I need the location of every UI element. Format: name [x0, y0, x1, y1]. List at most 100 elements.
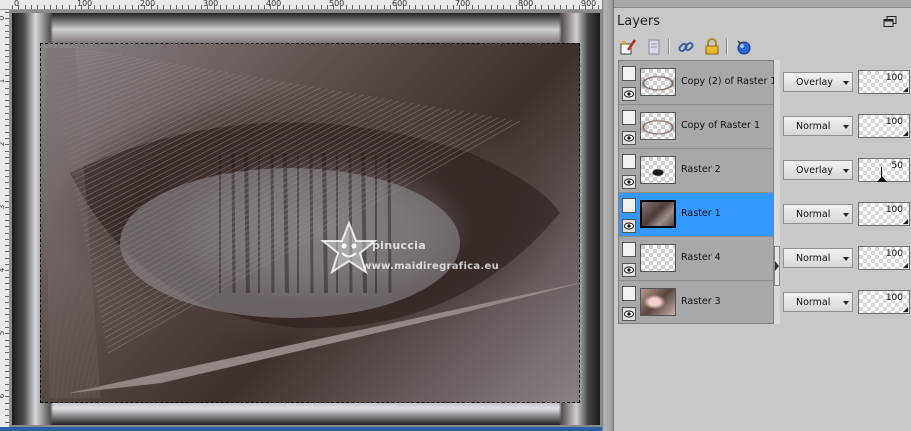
opacity-slider[interactable]: 100 [858, 246, 910, 270]
layer-properties-row: Normal 100 [780, 236, 911, 280]
ruler-tick [5, 119, 9, 120]
ruler-tick [226, 5, 227, 9]
layer-group-toggle-icon[interactable] [622, 154, 636, 169]
ruler-tick [56, 5, 57, 9]
opacity-slider[interactable]: 100 [858, 114, 910, 138]
ruler-tick [5, 125, 9, 126]
lock-icon[interactable] [702, 37, 722, 57]
eye-icon[interactable] [622, 131, 636, 145]
ruler-tick [5, 220, 9, 221]
ruler-tick [598, 5, 599, 9]
opacity-slider-handle[interactable] [903, 131, 908, 136]
layer-visibility-column [620, 238, 638, 279]
blend-mode-value: Normal [796, 121, 831, 132]
blend-mode-dropdown[interactable]: Normal [783, 116, 853, 136]
toolbar-separator [668, 39, 670, 55]
canvas-area[interactable]: pinuccia www.maidiregrafica.eu [10, 10, 602, 427]
eye-icon[interactable] [622, 263, 636, 277]
ruler-tick [144, 5, 145, 9]
opacity-value: 50 [891, 161, 903, 171]
canvas-horizontal-scrollbar[interactable] [0, 427, 602, 431]
layer-group-toggle-icon[interactable] [622, 110, 636, 125]
ruler-tick [548, 5, 549, 9]
blend-mode-dropdown[interactable]: Normal [783, 248, 853, 268]
ruler-tick [592, 5, 593, 9]
layer-group-toggle-icon[interactable] [622, 66, 636, 81]
ruler-tick [403, 5, 404, 9]
ruler-tick [5, 277, 9, 278]
mask-icon[interactable] [734, 37, 754, 57]
ruler-tick [579, 5, 580, 9]
layer-group-toggle-icon[interactable] [622, 286, 636, 301]
ruler-tick [566, 5, 567, 9]
ruler-tick [5, 106, 9, 107]
layer-row[interactable]: Raster 2 [619, 149, 773, 193]
ruler-tick [5, 352, 9, 353]
ruler-tick [522, 5, 523, 9]
ruler-tick [100, 5, 101, 9]
layers-palette: Layers Copy (2) of Raster 1 Copy of Raste… [614, 0, 911, 431]
layer-properties-row: Normal 100 [780, 192, 911, 236]
opacity-slider[interactable]: 100 [858, 70, 910, 94]
ruler-tick [5, 75, 9, 76]
panel-divider[interactable] [602, 0, 614, 431]
layer-properties-row: Normal 100 [780, 104, 911, 148]
opacity-slider[interactable]: 100 [858, 290, 910, 314]
ruler-tick [270, 5, 271, 9]
eye-icon[interactable] [622, 175, 636, 189]
eye-icon[interactable] [622, 219, 636, 233]
opacity-slider[interactable]: 100 [858, 202, 910, 226]
ruler-tick [207, 5, 208, 9]
ruler-tick [88, 5, 89, 9]
blend-mode-dropdown[interactable]: Normal [783, 292, 853, 312]
ruler-tick [5, 270, 9, 271]
layer-group-toggle-icon[interactable] [622, 242, 636, 257]
opacity-slider-handle[interactable] [903, 263, 908, 268]
eye-icon[interactable] [622, 307, 636, 321]
ruler-tick [5, 314, 9, 315]
ruler-tick [25, 5, 26, 9]
layer-name: Raster 1 [681, 208, 721, 219]
blend-mode-dropdown[interactable]: Overlay [783, 160, 853, 180]
layer-row[interactable]: Raster 1 [619, 193, 773, 237]
ruler-tick [5, 176, 9, 177]
chevron-right-icon [775, 261, 779, 271]
layer-properties-icon[interactable] [644, 37, 664, 57]
link-icon[interactable] [676, 37, 696, 57]
vertical-ruler: 0123456 [0, 10, 10, 427]
canvas-image[interactable]: pinuccia www.maidiregrafica.eu [12, 13, 600, 425]
ruler-tick [472, 5, 473, 9]
ruler-tick [5, 359, 9, 360]
layer-row[interactable]: Raster 3 [619, 281, 773, 325]
ruler-tick [491, 5, 492, 9]
layer-name: Copy of Raster 1 [681, 120, 760, 131]
ruler-tick [453, 5, 454, 9]
layer-group-toggle-icon[interactable] [622, 198, 636, 213]
watermark: pinuccia www.maidiregrafica.eu [320, 220, 544, 299]
ruler-tick [5, 182, 9, 183]
blend-mode-dropdown[interactable]: Normal [783, 204, 853, 224]
pin-palette-icon[interactable] [883, 16, 897, 27]
layer-row[interactable]: Copy (2) of Raster 1 [619, 61, 776, 105]
ruler-tick [497, 5, 498, 9]
opacity-slider-handle[interactable] [903, 87, 908, 92]
layer-row[interactable]: Raster 4 [619, 237, 773, 281]
ruler-tick [396, 5, 397, 9]
layer-thumbnail [640, 156, 676, 184]
opacity-slider-handle[interactable] [903, 307, 908, 312]
layer-properties-row: Overlay 50 [780, 148, 911, 192]
blend-mode-dropdown[interactable]: Overlay [783, 72, 853, 92]
layer-properties-column: Overlay 100 Normal 100 Overlay 50 Normal 100 Nor… [780, 60, 911, 324]
toolbar-separator [726, 39, 728, 55]
ruler-tick [233, 5, 234, 9]
ruler-label: 200 [140, 0, 156, 8]
layer-row[interactable]: Copy of Raster 1 [619, 105, 773, 149]
new-layer-icon[interactable] [618, 37, 638, 57]
opacity-slider-handle[interactable] [877, 176, 887, 182]
ruler-tick [5, 69, 9, 70]
eye-icon[interactable] [622, 87, 636, 101]
ruler-tick [585, 5, 586, 9]
opacity-slider-handle[interactable] [903, 219, 908, 224]
opacity-slider[interactable]: 50 [858, 158, 910, 182]
ruler-tick [283, 5, 284, 9]
